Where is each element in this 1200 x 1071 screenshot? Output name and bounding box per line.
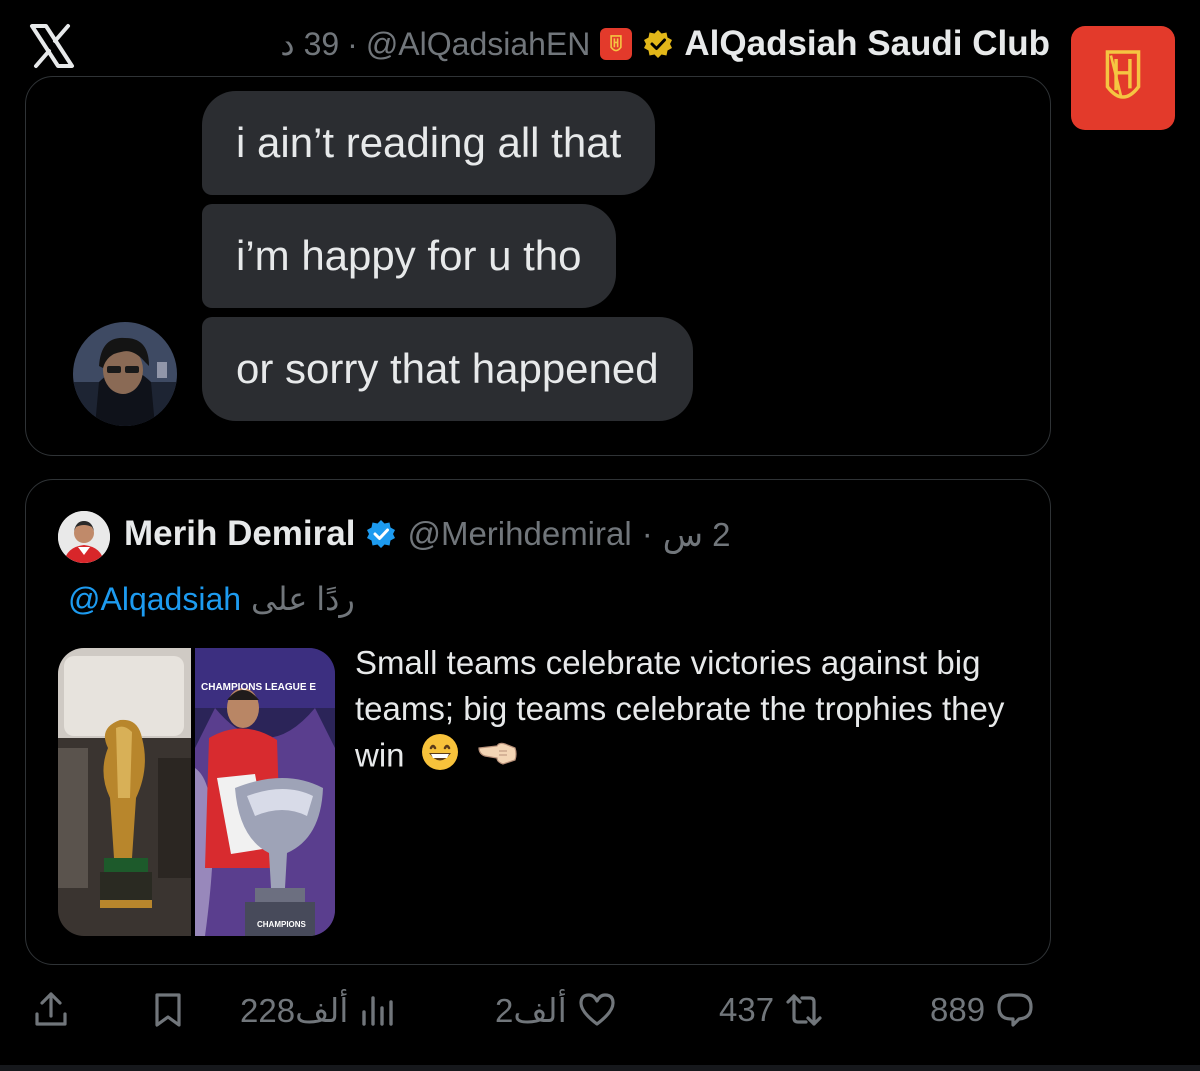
chat-bubble: i’m happy for u tho: [202, 204, 616, 308]
club-affiliate-badge-icon[interactable]: [600, 28, 633, 60]
views-count: 228ألف: [240, 991, 349, 1029]
tweet-image[interactable]: i ain’t reading all that i’m happy for u…: [25, 76, 1051, 456]
pointing-left-hand-emoji-icon: [475, 732, 519, 784]
bookmark-icon: [155, 993, 181, 1027]
views-button[interactable]: 228ألف: [240, 985, 398, 1035]
club-logo-icon: [1105, 50, 1141, 99]
reply-button[interactable]: 889: [930, 985, 1035, 1035]
quoted-timestamp[interactable]: 2 س: [663, 515, 731, 554]
tweet-handle[interactable]: @AlQadsiahEN: [366, 26, 591, 63]
views-chart-icon: [362, 996, 394, 1026]
retweet-button[interactable]: 437: [719, 985, 824, 1035]
heart-icon: [579, 993, 615, 1026]
reply-bubble-icon: [997, 993, 1033, 1027]
quoted-header: Merih Demiral @Merihdemiral · 2 س: [124, 514, 731, 554]
trophy-photo[interactable]: [58, 648, 191, 936]
verified-gold-icon[interactable]: [642, 28, 674, 60]
retweet-icon: [786, 994, 822, 1026]
reply-count: 889: [930, 991, 986, 1028]
banner-text: CHAMPIONS LEAGUE E: [201, 682, 317, 693]
meta-separator: ·: [641, 515, 653, 552]
quoted-media[interactable]: CHAMPIONS LEAGUE E CHAMPIONS: [58, 648, 335, 936]
chat-bubble: or sorry that happened: [202, 317, 693, 421]
club-avatar[interactable]: [1071, 26, 1175, 130]
like-count: 2ألف: [495, 991, 567, 1029]
tweet-meta: 39 د · @AlQadsiahEN: [280, 25, 590, 63]
quoted-avatar[interactable]: [58, 511, 110, 563]
display-name[interactable]: AlQadsiah Saudi Club: [684, 24, 1050, 64]
quoted-name[interactable]: Merih Demiral: [124, 514, 355, 554]
quoted-text: Small teams celebrate victories against …: [355, 640, 1015, 784]
tweet-header: 39 د · @AlQadsiahEN AlQadsiah Saudi Club: [280, 22, 1050, 66]
quoted-tweet[interactable]: Merih Demiral @Merihdemiral · 2 س @Alqad…: [25, 479, 1051, 965]
share-icon: [35, 992, 67, 1026]
chat-bubble: i ain’t reading all that: [202, 91, 656, 195]
podium-text: CHAMPIONS: [257, 920, 306, 929]
reply-label: ردًا على: [251, 581, 355, 617]
retweet-count: 437: [719, 991, 775, 1028]
tweet-timestamp[interactable]: 39 د: [280, 25, 339, 63]
reply-handle-link[interactable]: @Alqadsiah: [68, 581, 241, 618]
meta-separator: ·: [347, 25, 358, 62]
tweet-actions: 228ألف 2ألف 437 889: [0, 985, 1200, 1035]
bookmark-button[interactable]: [148, 985, 188, 1035]
grinning-face-emoji-icon: [420, 732, 460, 784]
like-button[interactable]: 2ألف: [495, 985, 617, 1035]
reply-context: @Alqadsiah ردًا على: [68, 580, 355, 618]
bottom-divider: [0, 1065, 1200, 1071]
verified-blue-icon[interactable]: [365, 518, 397, 550]
share-button[interactable]: [31, 985, 71, 1035]
chat-avatar: [73, 322, 177, 426]
champions-league-photo[interactable]: CHAMPIONS LEAGUE E CHAMPIONS: [195, 648, 335, 936]
quoted-handle[interactable]: @Merihdemiral: [407, 515, 631, 553]
x-logo-icon[interactable]: [28, 22, 76, 70]
